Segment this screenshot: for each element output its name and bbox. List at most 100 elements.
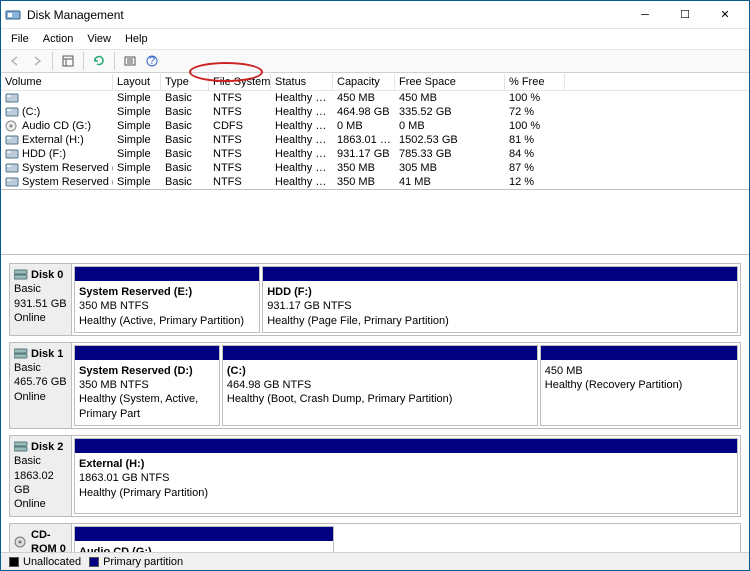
menu-view[interactable]: View — [81, 31, 117, 47]
menu-action[interactable]: Action — [37, 31, 80, 47]
legend-unallocated: Unallocated — [9, 556, 81, 568]
partition-header — [75, 527, 333, 541]
volume-cell: Basic — [161, 133, 209, 147]
volume-cell: Basic — [161, 175, 209, 189]
settings-button[interactable] — [120, 51, 140, 71]
partition[interactable]: (C:)464.98 GB NTFSHealthy (Boot, Crash D… — [222, 345, 538, 426]
legend-primary: Primary partition — [89, 556, 183, 568]
volume-row[interactable]: External (H:)SimpleBasicNTFSHealthy (P..… — [1, 133, 749, 147]
app-icon — [5, 7, 21, 23]
volume-cell: System Reserved (... — [1, 161, 113, 175]
volume-cell: Simple — [113, 161, 161, 175]
volume-cell: NTFS — [209, 91, 271, 105]
svg-text:?: ? — [149, 55, 155, 67]
partition-header — [75, 267, 259, 281]
partition[interactable]: 450 MBHealthy (Recovery Partition) — [540, 345, 738, 426]
menu-file[interactable]: File — [5, 31, 35, 47]
column-header-6[interactable]: Free Space — [395, 74, 505, 90]
disk-row[interactable]: CD-ROM 0DVD160 MBOnlineAudio CD (G:)160 … — [9, 523, 741, 552]
partitions: System Reserved (D:)350 MB NTFSHealthy (… — [72, 343, 740, 428]
volume-cell — [1, 91, 113, 105]
volume-list[interactable]: VolumeLayoutTypeFile SystemStatusCapacit… — [1, 74, 749, 190]
partition-body: External (H:)1863.01 GB NTFSHealthy (Pri… — [75, 453, 737, 504]
window-title: Disk Management — [27, 8, 625, 22]
volume-cell: Basic — [161, 147, 209, 161]
volume-row[interactable]: System Reserved (...SimpleBasicNTFSHealt… — [1, 175, 749, 189]
volume-cell: 350 MB — [333, 175, 395, 189]
view-button[interactable] — [58, 51, 78, 71]
volume-cell: Healthy (S... — [271, 161, 333, 175]
menu-help[interactable]: Help — [119, 31, 154, 47]
volume-cell: Basic — [161, 161, 209, 175]
volume-cell: 12 % — [505, 175, 565, 189]
volume-cell: 305 MB — [395, 161, 505, 175]
volume-cell: 350 MB — [333, 161, 395, 175]
column-header-3[interactable]: File System — [209, 74, 271, 90]
legend: Unallocated Primary partition — [1, 552, 749, 570]
minimize-button[interactable]: ─ — [625, 1, 665, 29]
titlebar: Disk Management ─ ☐ ✕ — [1, 1, 749, 29]
volume-cell: 450 MB — [395, 91, 505, 105]
column-header-4[interactable]: Status — [271, 74, 333, 90]
column-header-5[interactable]: Capacity — [333, 74, 395, 90]
column-header-2[interactable]: Type — [161, 74, 209, 90]
partition[interactable]: External (H:)1863.01 GB NTFSHealthy (Pri… — [74, 438, 738, 513]
maximize-button[interactable]: ☐ — [665, 1, 705, 29]
disk-info[interactable]: Disk 2Basic1863.02 GBOnline — [10, 436, 72, 515]
volume-cell: Healthy (A... — [271, 175, 333, 189]
legend-unallocated-label: Unallocated — [23, 556, 81, 568]
column-header-1[interactable]: Layout — [113, 74, 161, 90]
partition[interactable]: HDD (F:)931.17 GB NTFSHealthy (Page File… — [262, 266, 738, 333]
disk-info[interactable]: Disk 1Basic465.76 GBOnline — [10, 343, 72, 428]
column-header-0[interactable]: Volume — [1, 74, 113, 90]
volume-cell: Simple — [113, 119, 161, 133]
volume-cell: 41 MB — [395, 175, 505, 189]
volume-cell: Simple — [113, 105, 161, 119]
volume-cell: 100 % — [505, 91, 565, 105]
partition-body: 450 MBHealthy (Recovery Partition) — [541, 360, 737, 397]
volume-row[interactable]: (C:)SimpleBasicNTFSHealthy (B...464.98 G… — [1, 105, 749, 119]
menubar: FileActionViewHelp — [1, 29, 749, 49]
disk-graphical-view[interactable]: Disk 0Basic931.51 GBOnlineSystem Reserve… — [1, 254, 749, 552]
volume-cell: 335.52 GB — [395, 105, 505, 119]
disk-info[interactable]: CD-ROM 0DVD160 MBOnline — [10, 524, 72, 552]
volume-row[interactable]: HDD (F:)SimpleBasicNTFSHealthy (P...931.… — [1, 147, 749, 161]
volume-cell: Basic — [161, 105, 209, 119]
close-button[interactable]: ✕ — [705, 1, 745, 29]
refresh-button[interactable] — [89, 51, 109, 71]
volume-cell: CDFS — [209, 119, 271, 133]
disk-row[interactable]: Disk 2Basic1863.02 GBOnlineExternal (H:)… — [9, 435, 741, 516]
volume-cell: Healthy (R... — [271, 91, 333, 105]
disk-row[interactable]: Disk 0Basic931.51 GBOnlineSystem Reserve… — [9, 263, 741, 336]
volume-row[interactable]: SimpleBasicNTFSHealthy (R...450 MB450 MB… — [1, 91, 749, 105]
partitions: System Reserved (E:)350 MB NTFSHealthy (… — [72, 264, 740, 335]
volume-cell: 0 MB — [333, 119, 395, 133]
volume-cell: 931.17 GB — [333, 147, 395, 161]
volume-row[interactable]: Audio CD (G:)SimpleBasicCDFSHealthy (P..… — [1, 119, 749, 133]
partition-header — [223, 346, 537, 360]
column-header-7[interactable]: % Free — [505, 74, 565, 90]
volume-cell: 87 % — [505, 161, 565, 175]
partition[interactable]: Audio CD (G:)160 MB CDFSHealthy (Primary… — [74, 526, 334, 552]
volume-cell: 1863.01 GB — [333, 133, 395, 147]
volume-header[interactable]: VolumeLayoutTypeFile SystemStatusCapacit… — [1, 74, 749, 91]
toolbar: ? — [1, 49, 749, 73]
help-button[interactable]: ? — [142, 51, 162, 71]
volume-cell: Simple — [113, 91, 161, 105]
partition[interactable]: System Reserved (D:)350 MB NTFSHealthy (… — [74, 345, 220, 426]
partition[interactable]: System Reserved (E:)350 MB NTFSHealthy (… — [74, 266, 260, 333]
partition-header — [263, 267, 737, 281]
volume-row[interactable]: System Reserved (...SimpleBasicNTFSHealt… — [1, 161, 749, 175]
partition-body: HDD (F:)931.17 GB NTFSHealthy (Page File… — [263, 281, 737, 332]
partition-header — [541, 346, 737, 360]
partition-body: (C:)464.98 GB NTFSHealthy (Boot, Crash D… — [223, 360, 537, 411]
volume-cell: 84 % — [505, 147, 565, 161]
volume-cell: NTFS — [209, 147, 271, 161]
disk-info[interactable]: Disk 0Basic931.51 GBOnline — [10, 264, 72, 335]
volume-cell: Audio CD (G:) — [1, 119, 113, 133]
toolbar-divider — [83, 52, 84, 70]
primary-swatch — [89, 557, 99, 567]
disk-row[interactable]: Disk 1Basic465.76 GBOnlineSystem Reserve… — [9, 342, 741, 429]
toolbar-divider — [114, 52, 115, 70]
volume-cell: Healthy (P... — [271, 119, 333, 133]
